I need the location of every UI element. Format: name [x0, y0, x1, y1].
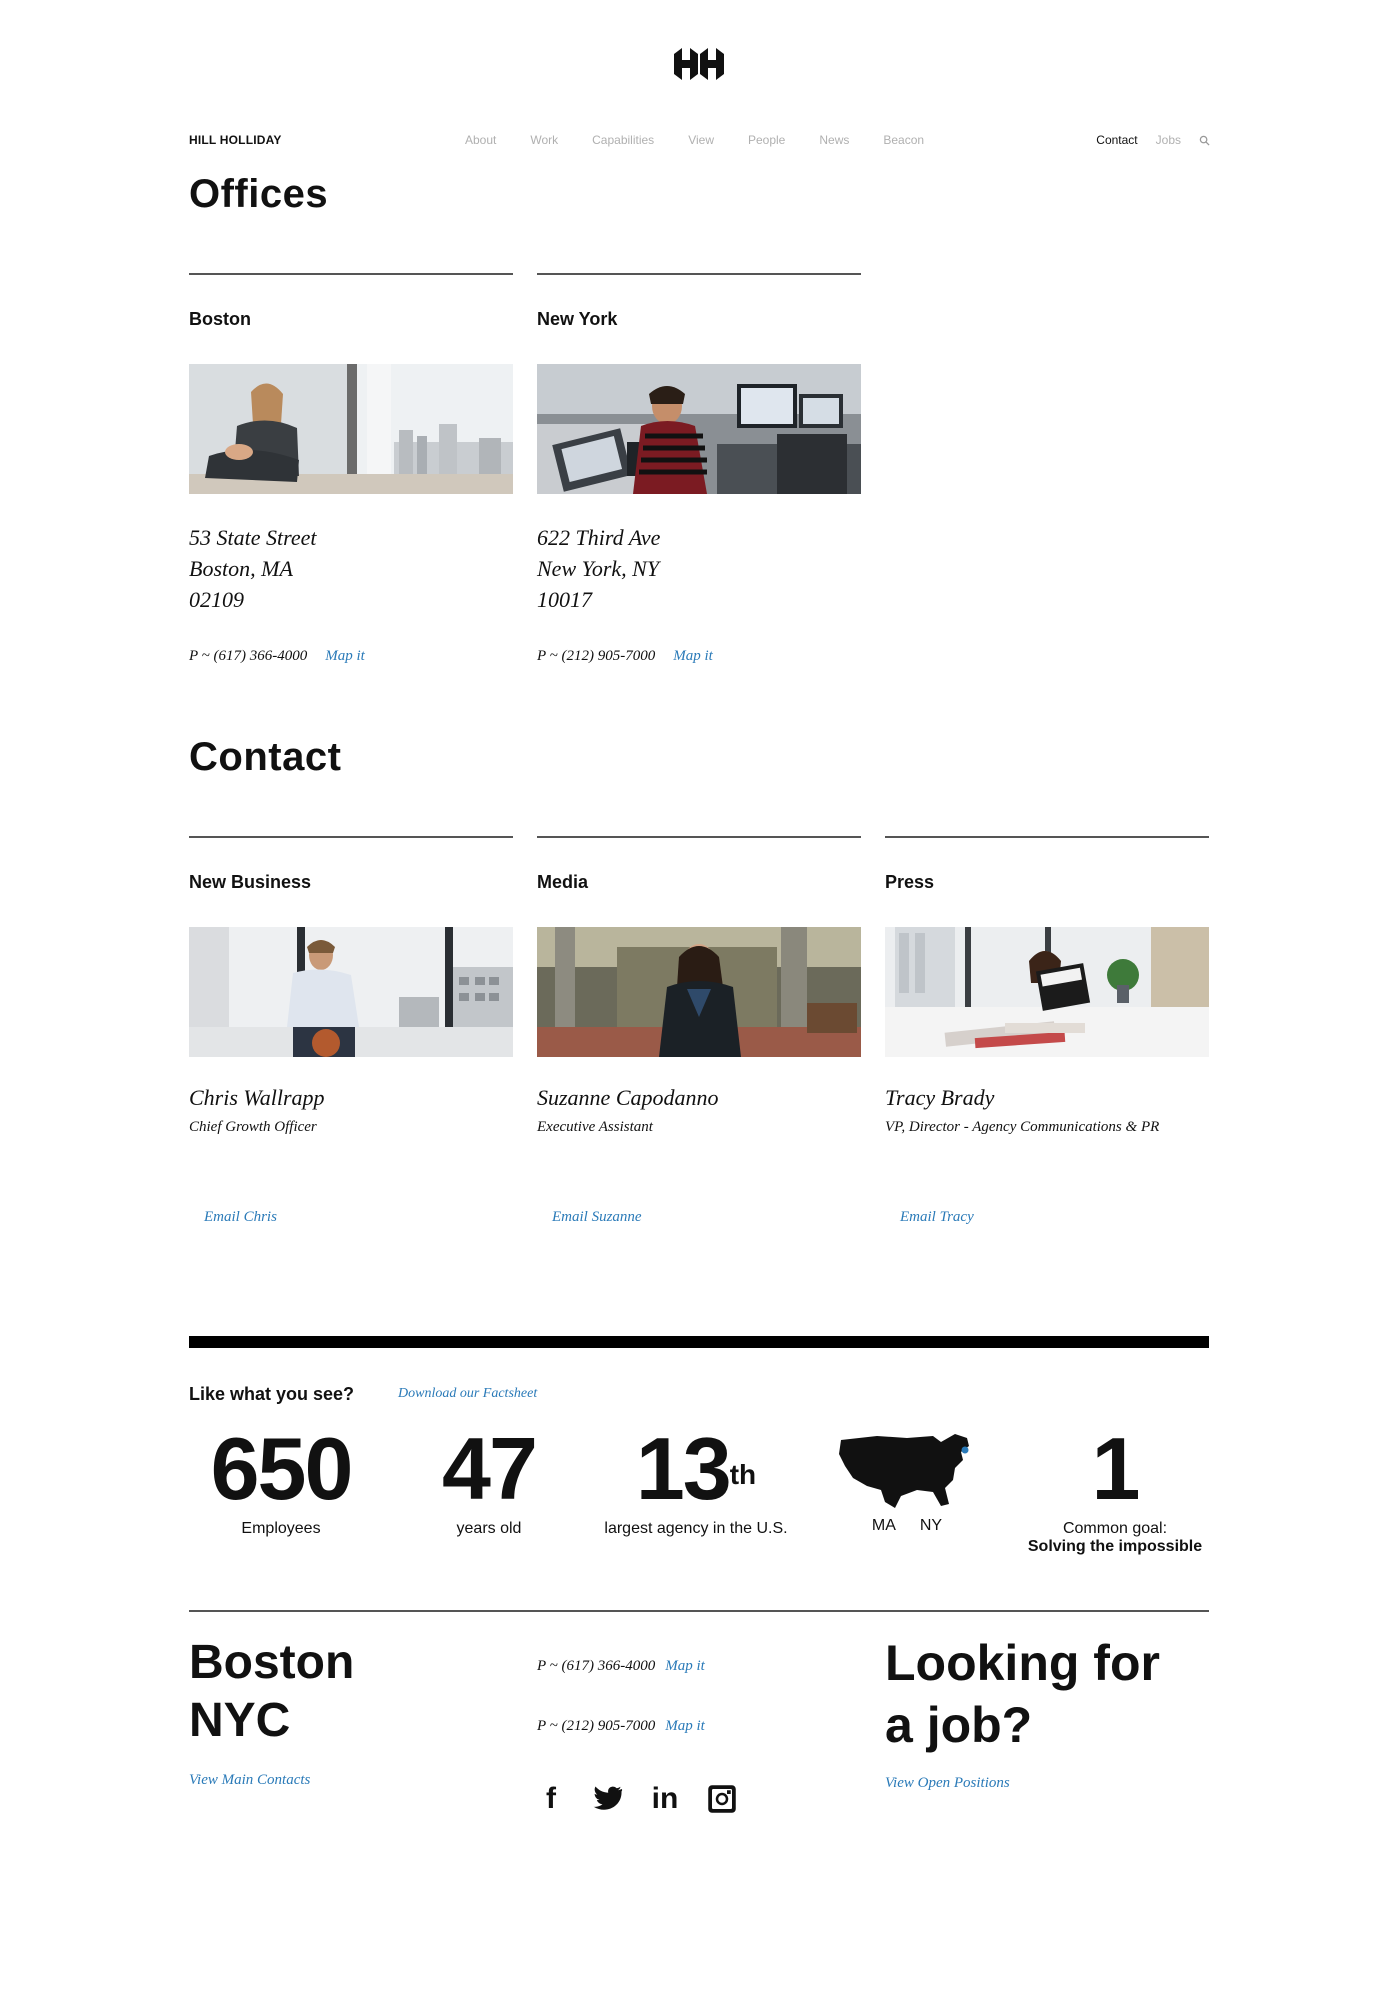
job-heading-line: a job? [885, 1697, 1033, 1753]
footer-phone-nyc: P ~ (212) 905-7000 [537, 1718, 656, 1734]
facebook-icon[interactable]: f [535, 1782, 567, 1816]
divider [189, 273, 513, 275]
media-photo [537, 927, 861, 1057]
stat-label-strong: Solving the impossible [1027, 1538, 1203, 1555]
address-line: New York, NY [537, 556, 660, 581]
stat-label: Employees [241, 1520, 321, 1537]
nav-item-about[interactable]: About [465, 133, 496, 147]
contact-role-suzanne: Executive Assistant [537, 1119, 653, 1135]
stat-label: years old [456, 1520, 522, 1537]
nav-item-jobs[interactable]: Jobs [1156, 133, 1181, 147]
email-tracy-link[interactable]: Email Tracy [900, 1209, 974, 1226]
stat-number: 650 [210, 1419, 354, 1518]
boston-phone: P ~ (617) 366-4000 [189, 648, 308, 664]
nav-right: Contact Jobs [1096, 133, 1210, 147]
boston-office-photo [189, 364, 513, 494]
stat-number: 1 [1091, 1419, 1141, 1518]
view-main-contacts-link[interactable]: View Main Contacts [189, 1772, 310, 1789]
email-suzanne-link[interactable]: Email Suzanne [552, 1209, 642, 1226]
nav-item-work[interactable]: Work [530, 133, 558, 147]
stats-heading: Like what you see? [189, 1384, 355, 1404]
contact-role-tracy: VP, Director - Agency Communications & P… [885, 1119, 1160, 1135]
newyork-phone: P ~ (212) 905-7000 [537, 648, 656, 664]
divider [537, 836, 861, 838]
contact-role-chris: Chief Growth Officer [189, 1119, 317, 1135]
stat-goal: 1 Common goal: Solving the impossible [1010, 1424, 1220, 1556]
brand-name[interactable]: HILL HOLLIDAY [189, 133, 282, 147]
office-heading-boston: Boston [189, 309, 251, 329]
footer-divider [189, 1610, 1209, 1612]
footer-phone-boston: P ~ (617) 366-4000 [537, 1658, 656, 1674]
press-photo [885, 927, 1209, 1057]
footer-map-link-boston[interactable]: Map it [665, 1658, 705, 1675]
footer-phone-row-nyc: P ~ (212) 905-7000 Map it [537, 1718, 705, 1735]
newyork-address: 622 Third Ave New York, NY 10017 [537, 522, 660, 615]
contact-heading-media: Media [537, 872, 589, 892]
boston-address: 53 State Street Boston, MA 02109 [189, 522, 317, 615]
address-line: 10017 [537, 587, 592, 612]
offices-title: Offices [189, 172, 329, 216]
address-line: 02109 [189, 587, 244, 612]
stat-label: largest agency in the U.S. [604, 1520, 788, 1537]
boston-phone-row: P ~ (617) 366-4000 Map it [189, 648, 365, 665]
stat-label: Common goal: [1062, 1520, 1168, 1537]
newbusiness-photo [189, 927, 513, 1057]
instagram-icon[interactable] [707, 1784, 737, 1814]
nav-item-view[interactable]: View [688, 133, 714, 147]
stat-locations: MA NY [832, 1428, 982, 1535]
stat-suffix: th [729, 1459, 757, 1490]
address-line: Boston, MA [189, 556, 293, 581]
nav-item-contact[interactable]: Contact [1096, 133, 1137, 147]
contact-heading-press: Press [885, 872, 935, 892]
contact-name-tracy: Tracy Brady [885, 1085, 995, 1110]
office-heading-newyork: New York [537, 309, 618, 329]
search-icon[interactable] [1199, 135, 1210, 146]
us-map-icon [839, 1434, 969, 1508]
address-line: 53 State Street [189, 525, 317, 550]
stat-employees: 650 Employees [196, 1424, 366, 1538]
divider [885, 836, 1209, 838]
email-chris-link[interactable]: Email Chris [204, 1209, 277, 1226]
divider [189, 836, 513, 838]
linkedin-icon[interactable]: in [649, 1782, 681, 1816]
map-label-ma: MA [871, 1517, 896, 1534]
nav-item-news[interactable]: News [819, 133, 849, 147]
address-line: 622 Third Ave [537, 525, 661, 550]
newyork-office-photo [537, 364, 861, 494]
footer-phone-row-boston: P ~ (617) 366-4000 Map it [537, 1658, 705, 1675]
stat-number: 47 [442, 1419, 538, 1518]
download-factsheet-link[interactable]: Download our Factsheet [398, 1386, 537, 1402]
view-open-positions-link[interactable]: View Open Positions [885, 1775, 1010, 1792]
contact-heading-newbusiness: New Business [189, 872, 312, 892]
hh-logo[interactable] [672, 44, 726, 84]
contact-name-chris: Chris Wallrapp [189, 1085, 325, 1110]
nav-item-beacon[interactable]: Beacon [883, 133, 924, 147]
map-label-ny: NY [919, 1517, 943, 1534]
boston-map-link[interactable]: Map it [325, 648, 365, 665]
newyork-phone-row: P ~ (212) 905-7000 Map it [537, 648, 713, 665]
nav-item-people[interactable]: People [748, 133, 785, 147]
footer-map-link-nyc[interactable]: Map it [665, 1718, 705, 1735]
footer-city-nyc: NYC [189, 1694, 291, 1747]
contact-title: Contact [189, 735, 342, 779]
stat-years: 47 years old [414, 1424, 564, 1538]
job-heading: Looking for a job? [885, 1632, 1160, 1756]
main-nav: About Work Capabilities View People News… [465, 133, 958, 147]
social-links: f in [535, 1782, 737, 1816]
contact-name-suzanne: Suzanne Capodanno [537, 1085, 719, 1110]
section-divider-thick [189, 1336, 1209, 1348]
nav-item-capabilities[interactable]: Capabilities [592, 133, 654, 147]
twitter-icon[interactable] [593, 1785, 623, 1813]
newyork-map-link[interactable]: Map it [673, 648, 713, 665]
stat-number: 13 [635, 1419, 732, 1518]
job-heading-line: Looking for [885, 1635, 1160, 1691]
divider [537, 273, 861, 275]
footer-city-boston: Boston [189, 1636, 355, 1689]
stat-rank: 13th largest agency in the U.S. [586, 1424, 806, 1538]
